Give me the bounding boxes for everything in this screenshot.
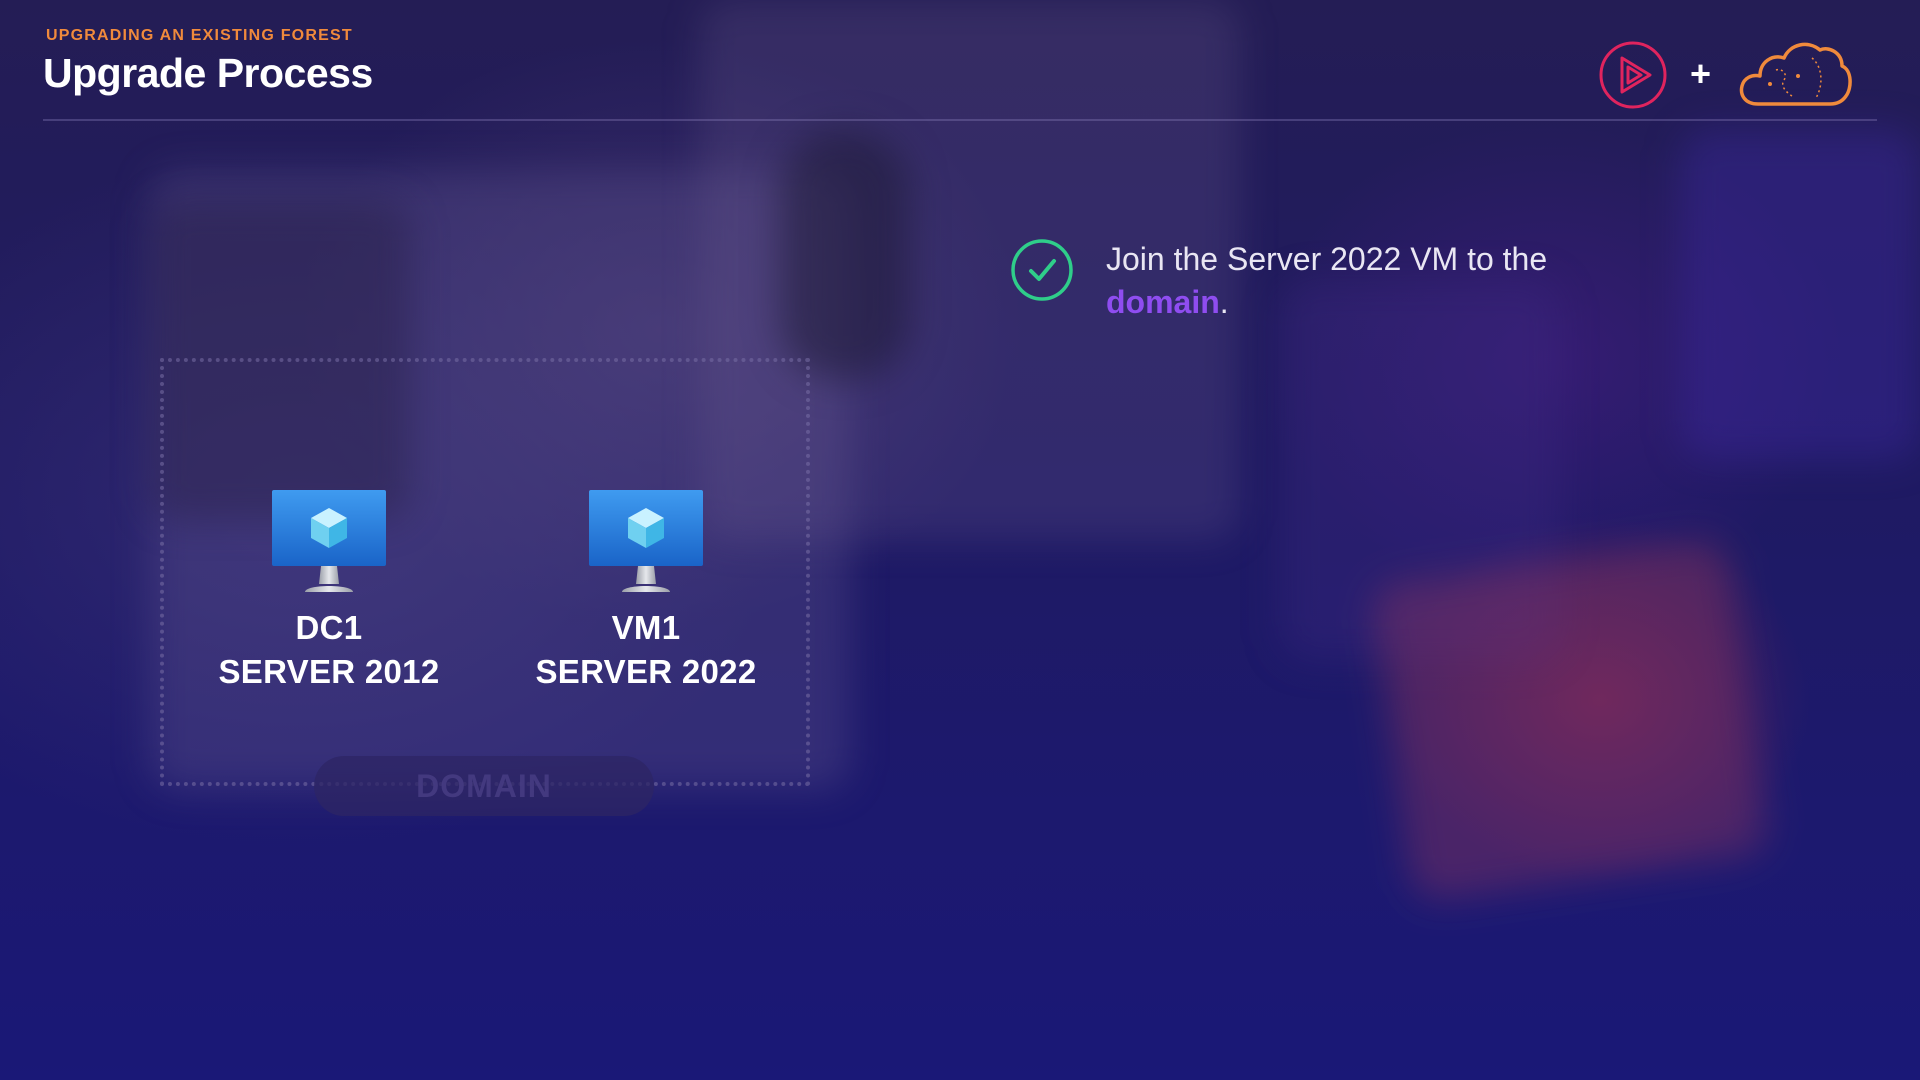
step-text-end: . (1219, 284, 1229, 320)
pluralsight-logo-icon (1599, 41, 1667, 109)
check-circle-icon (1011, 239, 1073, 301)
background-shape (1369, 536, 1771, 904)
step-text-main: Join the Server 2022 VM to the (1106, 241, 1548, 277)
domain-label: DOMAIN (314, 756, 654, 816)
monitor-icon (272, 490, 386, 592)
server-vm1: VM1 SERVER 2022 (496, 488, 796, 694)
monitor-icon (589, 490, 703, 592)
server-name: DC1 (295, 609, 363, 646)
section-eyebrow: UPGRADING AN EXISTING FOREST (46, 27, 353, 44)
cloud-logo-icon (1739, 42, 1852, 106)
server-name: VM1 (611, 609, 681, 646)
plus-sign: + (1690, 53, 1712, 94)
server-os: SERVER 2012 (218, 653, 440, 690)
page-title: Upgrade Process (43, 50, 373, 96)
header-divider (43, 119, 1877, 121)
step-text: Join the Server 2022 VM to the domain. (1106, 238, 1666, 324)
server-dc1: DC1 SERVER 2012 (179, 488, 479, 694)
background-shape (780, 130, 910, 380)
background-shape (1680, 130, 1920, 460)
server-os: SERVER 2022 (535, 653, 757, 690)
step-text-highlight: domain (1106, 284, 1220, 320)
